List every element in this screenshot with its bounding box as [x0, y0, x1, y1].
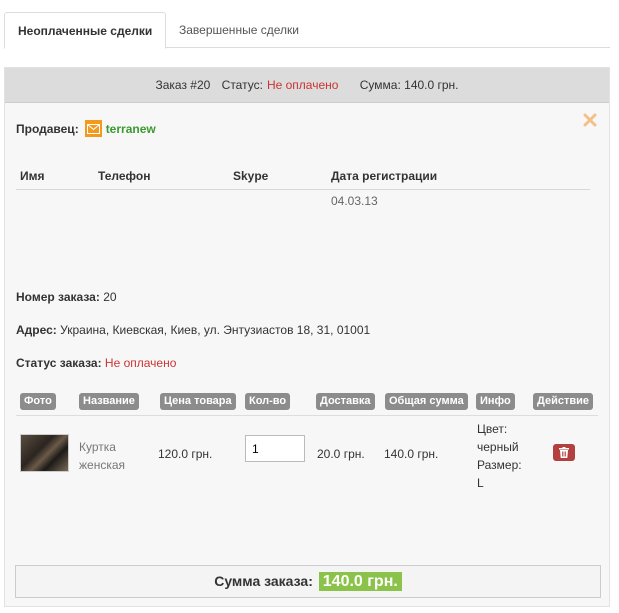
order-number: Заказ #20: [155, 78, 211, 92]
quantity-input[interactable]: [245, 435, 305, 462]
tabs-bar: Неоплаченные сделки Завершенные сделки: [4, 12, 610, 49]
contact-table: Имя Телефон Skype Дата регистрации 04.03…: [16, 165, 590, 215]
product-name-line1: Куртка: [79, 440, 116, 454]
th-action: Действие: [533, 393, 593, 410]
cell-reg-date: 04.03.13: [331, 194, 378, 208]
order-status-value: Не оплачено: [266, 78, 339, 92]
trash-icon: [559, 447, 569, 458]
order-header: Заказ #20 Статус: Не оплачено Сумма: 140.…: [5, 68, 609, 103]
order-status-field-value: Не оплачено: [104, 356, 177, 370]
delete-button[interactable]: [553, 444, 575, 461]
address-field: Адрес: Украина, Киевская, Киев, ул. Энту…: [16, 323, 370, 337]
items-divider: [16, 415, 598, 416]
mail-icon[interactable]: [84, 120, 102, 137]
tab-completed-deals[interactable]: Завершенные сделки: [166, 12, 312, 49]
product-name-line2: женская: [79, 458, 126, 472]
contact-table-row: 04.03.13: [16, 190, 590, 215]
info-size-label: Размер:: [477, 458, 522, 472]
order-number-field: Номер заказа: 20: [16, 290, 117, 304]
seller-label: Продавец:: [16, 121, 79, 136]
th-info: Инфо: [476, 393, 515, 410]
order-status-field-label: Статус заказа:: [16, 356, 102, 370]
info-color-label: Цвет:: [477, 422, 508, 436]
col-reg-date: Дата регистрации: [331, 169, 438, 183]
order-total-label: Сумма заказа:: [214, 573, 313, 589]
product-info: Цвет: черный Размер: L: [477, 420, 522, 492]
address-label: Адрес:: [16, 323, 57, 337]
close-icon[interactable]: [583, 113, 597, 127]
product-name[interactable]: Куртка женская: [79, 438, 125, 474]
address-value: Украина, Киевская, Киев, ул. Энтузиастов…: [60, 323, 371, 337]
order-status-field: Статус заказа: Не оплачено: [16, 356, 176, 370]
info-size-value: L: [477, 476, 484, 490]
info-color-value: черный: [477, 440, 519, 454]
order-sum: Сумма: 140.0 грн.: [359, 78, 459, 92]
contact-table-header: Имя Телефон Skype Дата регистрации: [16, 165, 590, 190]
col-name: Имя: [20, 169, 45, 183]
col-skype: Skype: [233, 169, 269, 183]
order-number-value: 20: [103, 290, 117, 304]
order-total-value: 140.0 грн.: [318, 572, 402, 591]
th-name: Название: [79, 393, 139, 410]
order-total-bar: Сумма заказа: 140.0 грн.: [15, 565, 601, 598]
tab-unpaid-deals[interactable]: Неоплаченные сделки: [4, 12, 167, 49]
col-phone: Телефон: [98, 169, 151, 183]
th-total: Общая сумма: [385, 393, 468, 410]
th-delivery: Доставка: [316, 393, 375, 410]
seller-row: Продавец: terranew: [16, 120, 156, 137]
order-panel: Заказ #20 Статус: Не оплачено Сумма: 140.…: [4, 67, 610, 607]
product-price: 120.0 грн.: [158, 447, 213, 461]
delivery-price: 20.0 грн.: [317, 447, 365, 461]
product-photo[interactable]: [20, 434, 69, 472]
order-number-label: Номер заказа:: [16, 290, 100, 304]
order-status-label: Статус:: [221, 78, 263, 92]
th-photo: Фото: [20, 393, 56, 410]
th-price: Цена товара: [160, 393, 236, 410]
th-qty: Кол-во: [245, 393, 291, 410]
seller-name-link[interactable]: terranew: [106, 122, 156, 136]
total-price: 140.0 грн.: [384, 447, 439, 461]
